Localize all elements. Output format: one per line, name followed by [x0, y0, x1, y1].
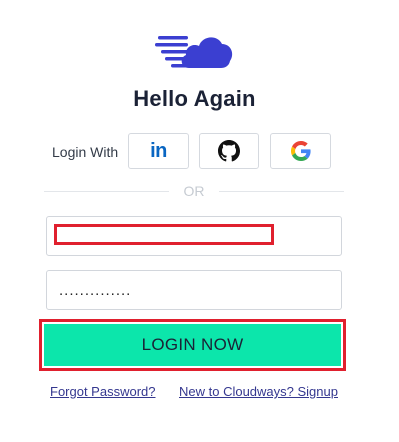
google-login-button[interactable]	[270, 133, 331, 169]
login-now-button[interactable]: LOGIN NOW	[44, 324, 341, 366]
divider-line-right	[219, 191, 344, 192]
or-divider: OR	[44, 181, 344, 201]
login-with-label: Login With	[52, 144, 119, 160]
password-input[interactable]	[46, 270, 342, 310]
github-login-button[interactable]	[199, 133, 259, 169]
page-title: Hello Again	[133, 86, 256, 111]
email-input[interactable]	[46, 216, 342, 256]
login-page: Hello Again Login With in OR ...........…	[0, 0, 399, 442]
google-icon	[290, 141, 311, 161]
github-icon	[218, 140, 240, 162]
or-text: OR	[183, 183, 205, 199]
linkedin-login-button[interactable]: in	[128, 133, 189, 169]
forgot-password-link[interactable]: Forgot Password?	[50, 384, 156, 399]
linkedin-icon: in	[150, 139, 167, 162]
cloudways-logo-icon	[155, 30, 235, 76]
divider-line-left	[44, 191, 169, 192]
signup-link[interactable]: New to Cloudways? Signup	[179, 384, 338, 399]
